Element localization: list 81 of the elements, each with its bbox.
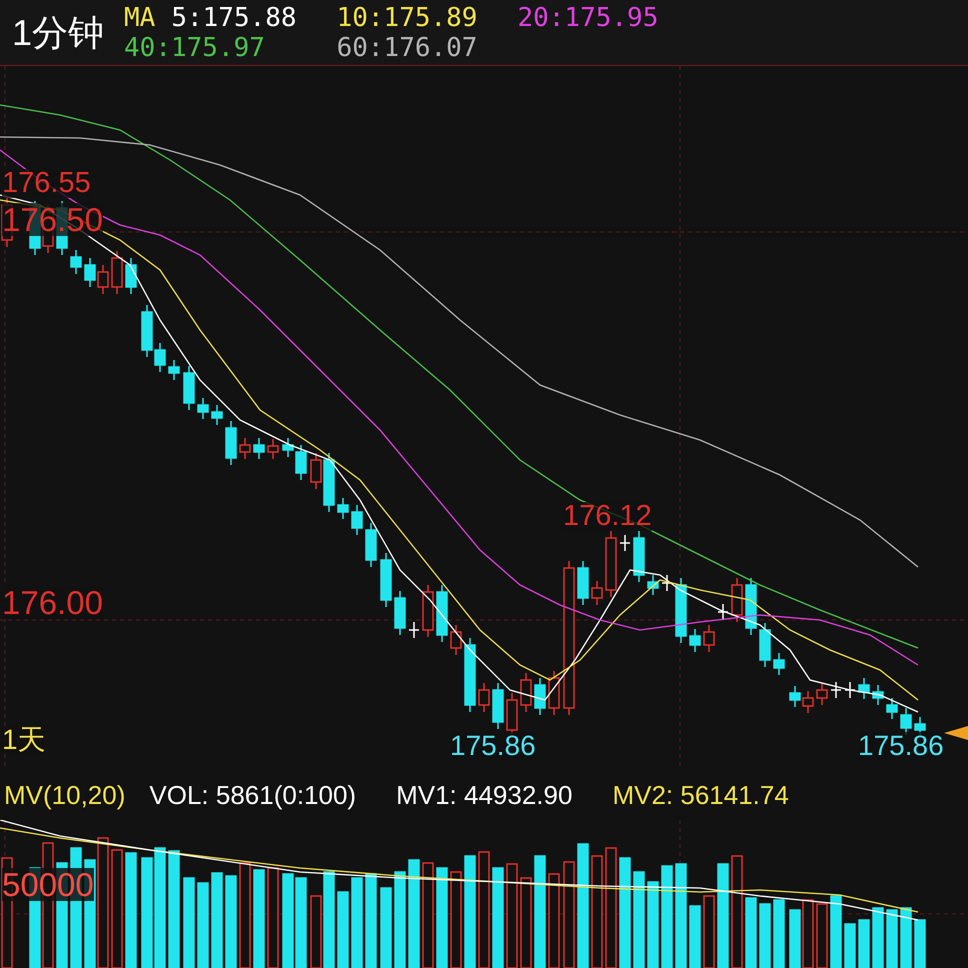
moving-volume-value: MV2: 56141.74 xyxy=(612,778,789,812)
candlestick xyxy=(789,686,801,707)
moving-average-value: 20:175.95 xyxy=(517,2,658,32)
candlestick xyxy=(409,622,419,638)
candlestick xyxy=(520,673,532,712)
candlestick xyxy=(211,405,223,425)
candlestick xyxy=(886,698,898,719)
volume-value: VOL: 5861(0:100) xyxy=(149,778,356,812)
candlestick xyxy=(773,653,785,675)
candlestick xyxy=(450,625,462,655)
volume-bar xyxy=(844,923,856,968)
moving-volume-value: MV1: 44932.90 xyxy=(396,778,572,812)
candlestick xyxy=(225,421,237,465)
candlestick xyxy=(365,523,377,567)
volume-bar xyxy=(802,899,814,968)
volume-bar xyxy=(689,905,701,968)
candlestick xyxy=(197,398,209,419)
candlestick xyxy=(591,581,603,605)
candlestick xyxy=(422,585,434,637)
candlestick xyxy=(675,578,687,643)
candlestick xyxy=(662,575,672,591)
candlestick xyxy=(183,366,195,410)
candlestick xyxy=(111,251,123,294)
candlestick xyxy=(337,498,349,519)
volume-bar xyxy=(900,907,912,968)
candlestick xyxy=(97,265,109,294)
period-label: 1天 xyxy=(2,726,46,754)
candlestick xyxy=(84,258,96,287)
candlestick xyxy=(633,531,645,582)
candlestick xyxy=(703,625,715,652)
volume-bar xyxy=(773,899,785,968)
price-level-label: 176.00 xyxy=(2,586,103,619)
volume-bar xyxy=(858,919,870,968)
indicator-label: MA xyxy=(124,2,156,32)
moving-average-value: 60:176.07 xyxy=(336,32,478,62)
candlestick xyxy=(380,553,392,607)
moving-average-value: 10:175.89 xyxy=(336,2,478,32)
volume-bar xyxy=(745,897,757,968)
candlestick xyxy=(478,683,490,712)
candlestick xyxy=(351,505,363,535)
volume-bar xyxy=(886,909,898,968)
volume-bar xyxy=(759,903,771,968)
candlestick xyxy=(858,678,870,699)
candlestick xyxy=(731,578,743,622)
volume-bar xyxy=(914,919,926,968)
candlestick xyxy=(239,438,251,459)
candlestick xyxy=(718,604,728,620)
candlestick xyxy=(267,439,279,459)
candlestick xyxy=(70,250,82,274)
candlestick xyxy=(816,683,828,705)
candlestick xyxy=(253,438,265,459)
candlestick xyxy=(647,575,659,595)
candlestick xyxy=(845,682,855,698)
candlestick xyxy=(534,678,546,715)
candlestick xyxy=(125,258,137,294)
candlestick xyxy=(802,691,814,713)
price-pointer-icon xyxy=(944,726,968,740)
candlestick xyxy=(689,629,701,652)
candlestick xyxy=(577,561,589,605)
volume-bar xyxy=(789,909,801,968)
candlestick xyxy=(759,623,771,667)
volume-bar xyxy=(816,903,828,968)
candlestick xyxy=(548,671,560,715)
high-price-label: 176.12 xyxy=(563,502,652,531)
candlestick xyxy=(394,591,406,635)
candlestick xyxy=(605,531,617,597)
candlestick xyxy=(831,682,841,698)
candlestick xyxy=(872,685,884,705)
indicator-label: MV(10,20) xyxy=(4,778,126,812)
candlestick xyxy=(620,535,630,551)
candlestick xyxy=(900,708,912,735)
volume-bar xyxy=(872,907,884,968)
candlestick xyxy=(436,585,448,642)
candlestick xyxy=(168,360,180,380)
moving-average-value: 40:175.97 xyxy=(124,32,266,62)
candlestick xyxy=(492,683,504,729)
candlestick xyxy=(745,578,757,635)
moving-average-value: 5:175.88 xyxy=(171,2,297,32)
period-label[interactable]: 1分钟 xyxy=(12,14,104,50)
high-price-label: 176.55 xyxy=(2,169,91,198)
price-level-label: 176.50 xyxy=(2,203,103,236)
